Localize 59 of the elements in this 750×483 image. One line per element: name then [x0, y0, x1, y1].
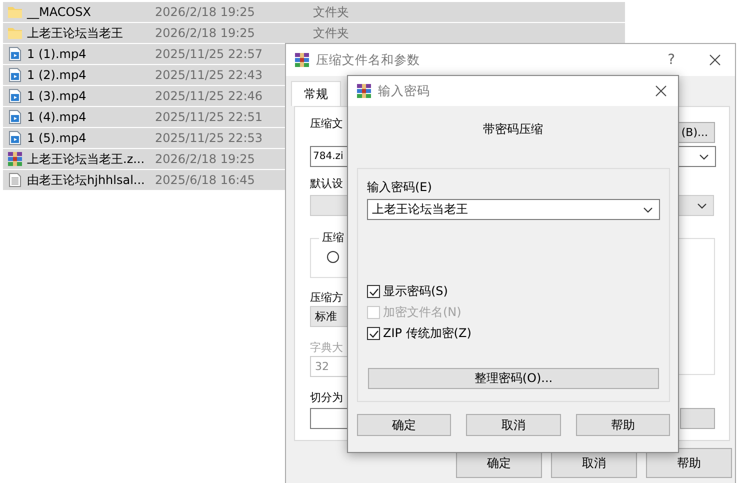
- file-name: 上老王论坛当老王.z...: [27, 150, 145, 168]
- file-name: 1 (4).mp4: [27, 110, 86, 124]
- chevron-down-icon: [699, 154, 709, 160]
- file-name: 1 (3).mp4: [27, 89, 86, 103]
- close-icon: [655, 85, 667, 97]
- archive-books-icon: [294, 52, 310, 68]
- help-button[interactable]: ?: [668, 52, 675, 68]
- file-date: 2025/11/25 22:46: [155, 89, 263, 103]
- file-type: 文件夹: [313, 4, 349, 20]
- file-name: 1 (1).mp4: [27, 47, 86, 61]
- file-date: 2025/11/25 22:43: [155, 68, 263, 82]
- file-name: 1 (2).mp4: [27, 68, 86, 82]
- close-button[interactable]: [655, 85, 667, 97]
- file-name: 由老王论坛hjhhlsal...: [27, 172, 145, 188]
- check-icon: [368, 328, 379, 339]
- field-label: 默认设: [310, 176, 343, 192]
- file-date: 2025/11/25 22:57: [155, 47, 263, 61]
- file-date: 2025/11/25 22:51: [155, 110, 263, 124]
- archive-books-icon: [7, 151, 23, 167]
- field-label: 压缩文: [310, 116, 343, 132]
- file-name: 上老王论坛当老王: [27, 24, 123, 42]
- file-row[interactable]: 上老王论坛当老王 2026/2/18 19:25 文件夹: [3, 23, 625, 44]
- file-type: 文件夹: [313, 24, 349, 42]
- dialog-title: 输入密码: [378, 82, 431, 100]
- checkbox[interactable]: [367, 285, 380, 298]
- field-label: 切分为: [310, 390, 343, 406]
- file-name: __MACOSX: [27, 5, 92, 19]
- archive-books-icon: [356, 83, 372, 99]
- checkbox[interactable]: [367, 327, 380, 340]
- radio-button[interactable]: [327, 251, 339, 263]
- checkbox-option[interactable]: ZIP 传统加密(Z): [367, 325, 660, 342]
- chevron-down-icon: [643, 206, 653, 212]
- field-label: 输入密码(E): [367, 179, 433, 196]
- file-date: 2026/2/18 19:25: [155, 152, 255, 166]
- checkbox-option[interactable]: 显示密码(S): [367, 283, 660, 300]
- tab[interactable]: 常规: [291, 81, 341, 106]
- close-icon: [709, 54, 721, 66]
- field-label: 字典大: [310, 340, 343, 356]
- dialog-button[interactable]: 确定: [357, 414, 452, 436]
- dialog-button[interactable]: 帮助: [646, 448, 732, 478]
- password-combo[interactable]: 上老王论坛当老王: [367, 199, 660, 220]
- folder-icon: [7, 25, 23, 41]
- file-date: 2026/2/18 19:25: [155, 26, 255, 40]
- dialog-button[interactable]: 取消: [466, 414, 561, 436]
- chevron-down-icon: [697, 202, 707, 208]
- folder-icon: [7, 4, 23, 20]
- close-button[interactable]: [709, 54, 721, 66]
- file-name: 1 (5).mp4: [27, 131, 86, 145]
- organize-passwords-button[interactable]: 整理密码(O)...: [368, 368, 659, 389]
- file-date: 2026/2/18 19:25: [155, 5, 255, 19]
- file-date: 2025/6/18 16:45: [155, 173, 255, 187]
- group-label: 压缩: [319, 230, 347, 245]
- dialog-button[interactable]: 帮助: [576, 414, 670, 436]
- check-icon: [368, 286, 379, 297]
- dialog-title: 压缩文件名和参数: [316, 52, 421, 68]
- dialog-heading: 带密码压缩: [482, 121, 544, 138]
- file-date: 2025/11/25 22:53: [155, 131, 263, 145]
- file-row[interactable]: __MACOSX 2026/2/18 19:25 文件夹: [3, 2, 625, 23]
- field-label: 压缩方: [310, 290, 343, 306]
